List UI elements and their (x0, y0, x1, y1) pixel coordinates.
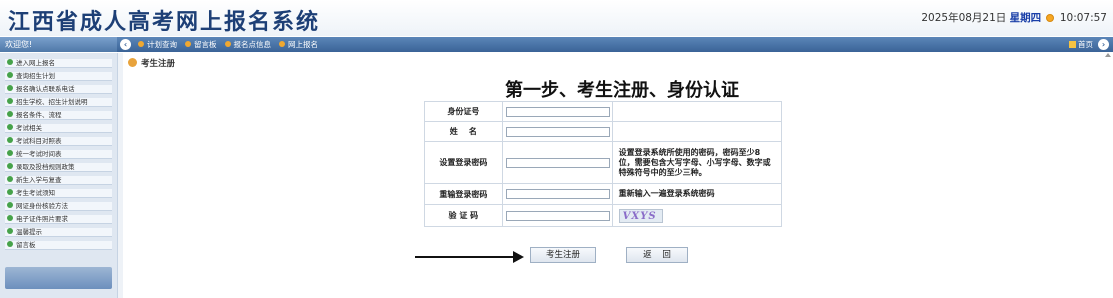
user-icon (128, 58, 137, 67)
page-heading: 第一步、考生注册、身份认证 (505, 80, 739, 101)
home-link[interactable]: 首页 (1069, 37, 1093, 52)
sidebar-item[interactable]: 考生考试须知 (5, 189, 112, 198)
bullet-icon (7, 137, 13, 143)
id-number-cell (501, 101, 613, 122)
sidebar-footer (5, 267, 112, 289)
pointer-arrow-line (415, 256, 515, 258)
back-button[interactable]: 返 回 (626, 247, 688, 263)
bullet-icon (7, 202, 13, 208)
time-text: 10:07:57 (1059, 12, 1107, 24)
confirm-password-cell (501, 183, 613, 205)
nav-bullet-icon (185, 41, 191, 47)
nav-online-registration[interactable]: 网上报名 (279, 37, 318, 52)
breadcrumb: 考生注册 (128, 57, 175, 69)
sidebar-item[interactable]: 网证身份核验方法 (5, 202, 112, 211)
form-row: 姓 名 (424, 121, 783, 142)
nav-bullet-icon (138, 41, 144, 47)
nav-registration-points[interactable]: 报名点信息 (224, 37, 271, 52)
bullet-icon (7, 241, 13, 247)
sidebar-item[interactable]: 新生入学与复查 (5, 176, 112, 185)
bullet-icon (7, 111, 13, 117)
welcome-label: 欢迎您! (0, 37, 117, 52)
id-number-note (611, 101, 783, 122)
sidebar-item[interactable]: 录取及投档规则政策 (5, 163, 112, 172)
home-icon (1069, 41, 1076, 48)
nav-plan-query[interactable]: 计划查询 (138, 37, 177, 52)
date-text: 2025年08月21日 (921, 12, 1007, 24)
sidebar-splitter[interactable] (117, 53, 123, 298)
circle-arrow-icon[interactable]: › (1098, 39, 1109, 50)
password-input[interactable] (505, 157, 610, 168)
captcha-cell (501, 204, 613, 227)
site-title: 江西省成人高考网上报名系统 (8, 9, 321, 35)
sidebar-item[interactable]: 查询招生计划 (5, 72, 112, 81)
scroll-up-arrow-icon[interactable] (1105, 53, 1111, 57)
bullet-icon (7, 163, 13, 169)
form-row: 身份证号 (424, 101, 783, 122)
nav-message-board[interactable]: 留言板 (185, 37, 217, 52)
form-row: 设置登录密码 设置登录系统所使用的密码，密码至少8位，需要包含大写字母、小写字母… (424, 141, 783, 184)
confirm-password-label: 重输登录密码 (424, 183, 503, 205)
bullet-icon (7, 124, 13, 130)
weekday-text: 星期四 (1009, 12, 1042, 24)
bullet-icon (7, 228, 13, 234)
sidebar-item[interactable]: 进入网上报名 (5, 59, 112, 68)
bullet-icon (7, 85, 13, 91)
captcha-image-cell: VXYS (611, 204, 783, 227)
form-row: 重输登录密码 重新输入一遍登录系统密码 (424, 183, 783, 205)
name-label: 姓 名 (424, 121, 503, 142)
password-note: 设置登录系统所使用的密码，密码至少8位，需要包含大写字母、小写字母、数字或特殊符… (611, 141, 783, 184)
collapse-arrow-icon[interactable]: ‹ (120, 39, 131, 50)
bullet-icon (7, 98, 13, 104)
sidebar: 进入网上报名 查询招生计划 报名确认点联系电话 招生学校、招生计划说明 报名条件… (0, 53, 117, 298)
bullet-icon (7, 150, 13, 156)
id-number-label: 身份证号 (424, 101, 503, 122)
sidebar-item[interactable]: 报名确认点联系电话 (5, 85, 112, 94)
sidebar-item[interactable]: 电子证件照片要求 (5, 215, 112, 224)
nav-bullet-icon (279, 41, 285, 47)
name-input[interactable] (505, 126, 610, 137)
bullet-icon (7, 176, 13, 182)
nav-bar: 欢迎您! ‹ 计划查询 留言板 报名点信息 网上报名 首页 › (0, 37, 1113, 52)
sidebar-item[interactable]: 考试相关 (5, 124, 112, 133)
password-label: 设置登录密码 (424, 141, 503, 184)
register-button[interactable]: 考生注册 (530, 247, 596, 263)
bullet-icon (7, 215, 13, 221)
top-nav-menu: 计划查询 留言板 报名点信息 网上报名 (138, 37, 318, 52)
datetime-display: 2025年08月21日 星期四 10:07:57 (921, 10, 1107, 25)
confirm-password-note: 重新输入一遍登录系统密码 (611, 183, 783, 205)
registration-form: 身份证号 姓 名 设置登录密码 设置登录系统所使用的密码，密码至少8位，需要包含… (424, 101, 783, 227)
nav-bullet-icon (224, 41, 231, 47)
sidebar-item[interactable]: 报名条件、流程 (5, 111, 112, 120)
captcha-label: 验 证 码 (424, 204, 503, 227)
clock-icon (1046, 14, 1055, 22)
bullet-icon (7, 189, 13, 195)
id-number-input[interactable] (505, 106, 610, 117)
bullet-icon (7, 59, 13, 65)
captcha-input[interactable] (505, 210, 610, 221)
sidebar-item[interactable]: 统一考试时间表 (5, 150, 112, 159)
bullet-icon (7, 72, 13, 78)
name-cell (501, 121, 613, 142)
top-header: 江西省成人高考网上报名系统 2025年08月21日 星期四 10:07:57 (0, 0, 1113, 36)
sidebar-item[interactable]: 留言板 (5, 241, 112, 250)
sidebar-item[interactable]: 考试科目对照表 (5, 137, 112, 146)
captcha-image[interactable]: VXYS (618, 208, 663, 223)
pointer-arrow-icon (513, 251, 524, 263)
name-note (611, 121, 783, 142)
confirm-password-input[interactable] (505, 189, 610, 199)
form-row: 验 证 码 VXYS (424, 204, 783, 227)
sidebar-item[interactable]: 温馨提示 (5, 228, 112, 237)
sidebar-item[interactable]: 招生学校、招生计划说明 (5, 98, 112, 107)
password-cell (501, 141, 613, 184)
